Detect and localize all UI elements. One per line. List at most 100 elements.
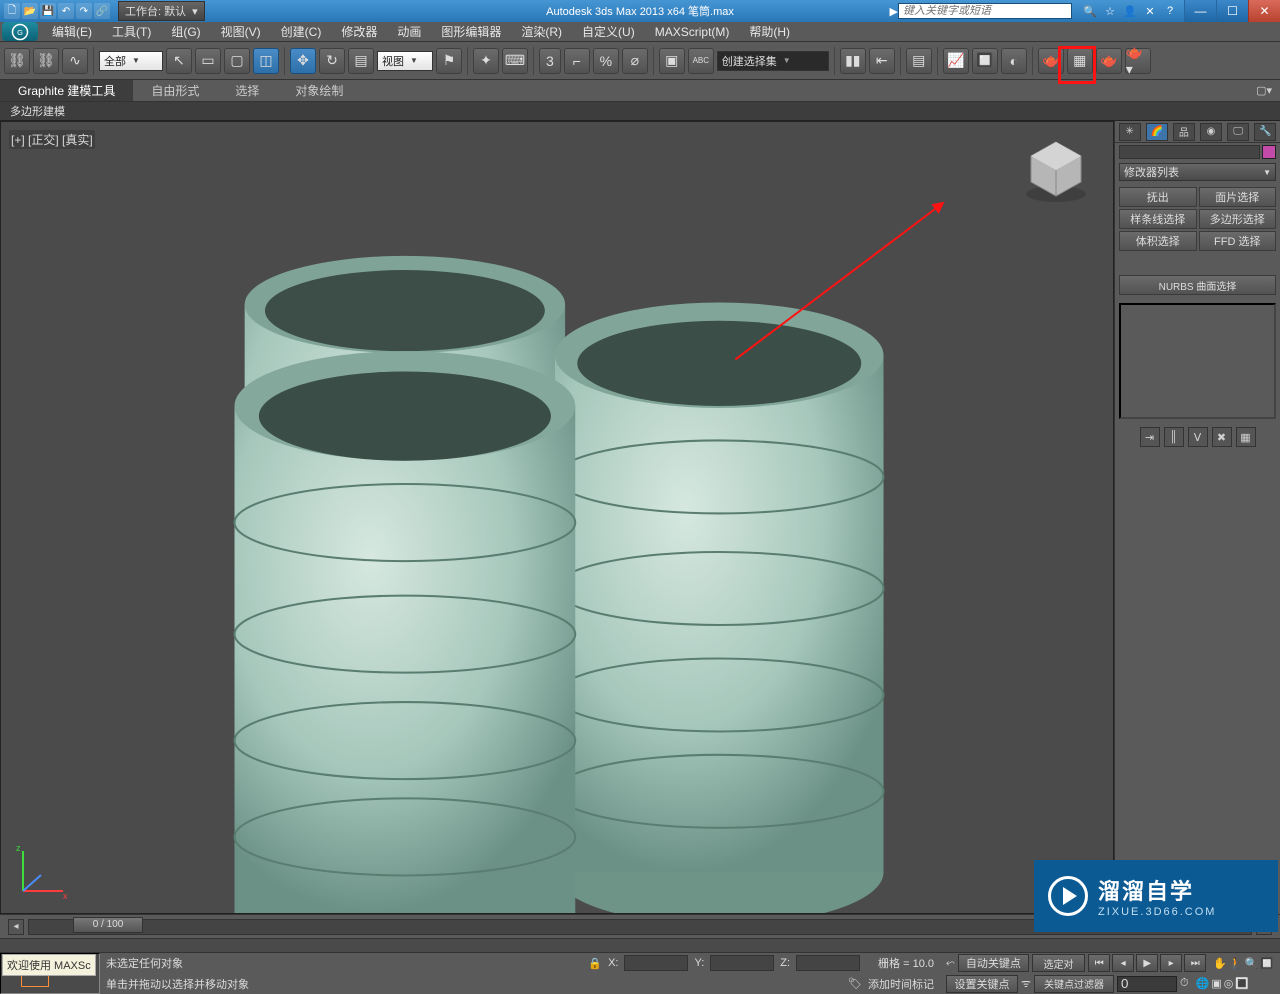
nav-max-icon[interactable]: ▣ — [1211, 977, 1221, 990]
coord-system-dropdown[interactable]: 视图▼ — [377, 51, 433, 71]
select-object-icon[interactable]: ↖ — [166, 48, 192, 74]
tab-display-icon[interactable]: 🖵 — [1227, 123, 1249, 141]
material-editor-icon[interactable]: ◐ — [1001, 48, 1027, 74]
select-name-icon[interactable]: ▭ — [195, 48, 221, 74]
app-button[interactable]: G — [2, 22, 38, 41]
curve-editor-icon[interactable]: 📈 — [943, 48, 969, 74]
save-file-icon[interactable]: 💾 — [40, 3, 56, 19]
ribbon-tab-freeform[interactable]: 自由形式 — [133, 80, 217, 101]
close-button[interactable]: ✕ — [1248, 0, 1280, 22]
menu-create[interactable]: 创建(C) — [271, 22, 332, 41]
link-icon[interactable]: 🔗 — [94, 3, 110, 19]
rotate-tool-icon[interactable]: ↻ — [319, 48, 345, 74]
new-file-icon[interactable]: 🗋 — [4, 3, 20, 19]
angle-snap-icon[interactable]: ⌐ — [564, 48, 590, 74]
menu-maxscript[interactable]: MAXScript(M) — [645, 22, 740, 41]
snap-3d-icon[interactable]: 3 — [539, 48, 561, 74]
sub-ribbon-polymodel[interactable]: 多边形建模 — [0, 103, 75, 119]
ribbon-collapse-icon[interactable]: ▢▾ — [1248, 84, 1280, 97]
nav-fov-icon[interactable]: 🔲 — [1260, 957, 1274, 970]
ribbon-tab-select[interactable]: 选择 — [217, 80, 277, 101]
keyboard-shortcuts-icon[interactable]: ⌨ — [502, 48, 528, 74]
unlink-tool-icon[interactable]: ⛓ — [33, 48, 59, 74]
comm-icon[interactable]: ☆ — [1102, 3, 1118, 19]
nav-zoom-all-icon[interactable]: ◎ — [1224, 977, 1234, 990]
signin-icon[interactable]: 👤 — [1122, 3, 1138, 19]
help-search-icon[interactable]: 🔍 — [1082, 3, 1098, 19]
search-btn-icon[interactable]: ▶ — [890, 5, 898, 18]
nav-pan-icon[interactable]: ✋ — [1213, 957, 1227, 970]
btn-volume-select[interactable]: 体积选择 — [1119, 231, 1197, 251]
menu-grapheditor[interactable]: 图形编辑器 — [431, 22, 511, 41]
selection-filter-dropdown[interactable]: 全部▼ — [99, 51, 163, 71]
time-ruler[interactable] — [0, 938, 1280, 952]
teapot-dropdown-icon[interactable]: 🫖▾ — [1125, 48, 1151, 74]
tab-hierarchy-icon[interactable]: 品 — [1173, 123, 1195, 141]
align-icon[interactable]: ⇤ — [869, 48, 895, 74]
lock-selection-icon[interactable]: 🔒 — [588, 957, 602, 970]
maximize-button[interactable]: ☐ — [1216, 0, 1248, 22]
help-icon[interactable]: ? — [1162, 3, 1178, 19]
exchange-icon[interactable]: ✕ — [1142, 3, 1158, 19]
open-file-icon[interactable]: 📂 — [22, 3, 38, 19]
unique-icon[interactable]: Ⅴ — [1188, 427, 1208, 447]
nav-walk-icon[interactable]: 🚶 — [1229, 957, 1243, 970]
modifier-stack[interactable] — [1119, 303, 1276, 419]
time-config-icon[interactable]: ⏱ — [1180, 977, 1189, 990]
remove-mod-icon[interactable]: ✖ — [1212, 427, 1232, 447]
tab-utility-icon[interactable]: 🔧 — [1254, 123, 1276, 141]
set-key-button[interactable]: 设置关键点 — [946, 975, 1018, 993]
config-icon[interactable]: ▦ — [1236, 427, 1256, 447]
btn-poly-select[interactable]: 多边形选择 — [1199, 209, 1277, 229]
link-tool-icon[interactable]: ⛓ — [4, 48, 30, 74]
viewcube[interactable] — [1021, 136, 1091, 206]
time-tag-icon[interactable]: 🏷 — [848, 977, 862, 990]
next-frame-icon[interactable]: ▸ — [1160, 954, 1182, 972]
play-icon[interactable]: ▶ — [1136, 954, 1158, 972]
ribbon-tab-graphite[interactable]: Graphite 建模工具 — [0, 80, 133, 101]
menu-animation[interactable]: 动画 — [387, 22, 431, 41]
coord-z-input[interactable] — [796, 955, 860, 971]
schematic-icon[interactable]: 🔲 — [972, 48, 998, 74]
render-production-icon[interactable]: 🫖 — [1096, 48, 1122, 74]
percent-snap-icon[interactable]: % — [593, 48, 619, 74]
minimize-button[interactable]: — — [1184, 0, 1216, 22]
spinner-snap-icon[interactable]: ⌀ — [622, 48, 648, 74]
nav-orbit-icon[interactable]: 🌐 — [1196, 977, 1210, 990]
bind-space-icon[interactable]: ∿ — [62, 48, 88, 74]
goto-end-icon[interactable]: ⏭ — [1184, 954, 1206, 972]
ribbon-tab-paint[interactable]: 对象绘制 — [277, 80, 361, 101]
key-filters-icon[interactable]: ᯤ — [1021, 976, 1031, 991]
auto-key-button[interactable]: 自动关键点 — [958, 954, 1029, 972]
move-tool-icon[interactable]: ✥ — [290, 48, 316, 74]
menu-help[interactable]: 帮助(H) — [739, 22, 800, 41]
pin-stack-icon[interactable]: ⇥ — [1140, 427, 1160, 447]
key-icon[interactable]: ⬿ — [946, 957, 955, 970]
window-crossing-icon[interactable]: ◫ — [253, 48, 279, 74]
object-color-swatch[interactable] — [1262, 145, 1276, 159]
btn-face-select[interactable]: 面片选择 — [1199, 187, 1277, 207]
btn-extrude[interactable]: 抚出 — [1119, 187, 1197, 207]
goto-start-icon[interactable]: ⏮ — [1088, 954, 1110, 972]
named-selection-dropdown[interactable]: 创建选择集▼ — [717, 51, 829, 71]
nav-zoom-ext-icon[interactable]: 🔳 — [1235, 977, 1249, 990]
abc-icon[interactable]: ABC — [688, 48, 714, 74]
menu-customize[interactable]: 自定义(U) — [572, 22, 645, 41]
nav-zoom-icon[interactable]: 🔍 — [1245, 957, 1259, 970]
btn-nurbs[interactable]: NURBS 曲面选择 — [1119, 275, 1276, 295]
menu-modifier[interactable]: 修改器 — [331, 22, 387, 41]
menu-tools[interactable]: 工具(T) — [102, 22, 161, 41]
search-input[interactable] — [898, 3, 1072, 19]
modifier-list-dropdown[interactable]: 修改器列表 ▼ — [1119, 163, 1276, 181]
edit-sel-set-icon[interactable]: ▣ — [659, 48, 685, 74]
tab-create-icon[interactable]: ✳ — [1119, 123, 1141, 141]
coord-x-input[interactable] — [624, 955, 688, 971]
undo-icon[interactable]: ↶ — [58, 3, 74, 19]
select-manip-icon[interactable]: ✦ — [473, 48, 499, 74]
frame-prev-icon[interactable]: ◂ — [8, 919, 24, 935]
select-region-icon[interactable]: ▢ — [224, 48, 250, 74]
menu-group[interactable]: 组(G) — [161, 22, 210, 41]
menu-render[interactable]: 渲染(R) — [511, 22, 572, 41]
coord-y-input[interactable] — [710, 955, 774, 971]
key-filters-button[interactable]: 关键点过滤器 — [1034, 975, 1114, 993]
